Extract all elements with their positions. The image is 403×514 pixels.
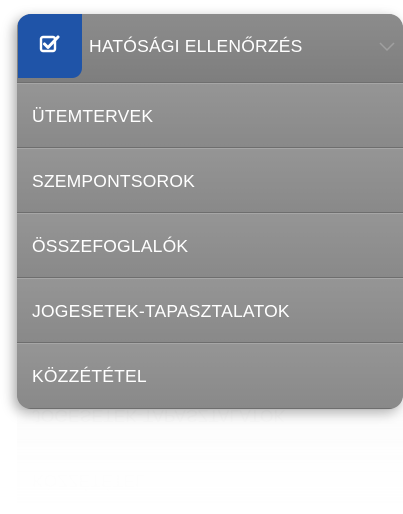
menu-header-label: HATÓSÁGI ELLENŐRZÉS bbox=[89, 36, 303, 56]
checkbox-icon bbox=[39, 34, 61, 59]
reflection-item-jogesetek-tapasztalatok: JOGESETEK-TAPASZTALATOK bbox=[17, 410, 403, 449]
menu-item-jogesetek-tapasztalatok[interactable]: JOGESETEK-TAPASZTALATOK bbox=[17, 278, 403, 343]
menu-item-label: JOGESETEK-TAPASZTALATOK bbox=[32, 301, 290, 321]
menu-item-kozzetetel[interactable]: KÖZZÉTÉTEL bbox=[17, 343, 403, 409]
reflection-item-kozzetetel: KÖZZÉTÉTEL bbox=[17, 449, 403, 514]
menu-item-utemtervek[interactable]: ÜTEMTERVEK bbox=[17, 83, 403, 148]
menu-item-osszefoglalok[interactable]: ÖSSZEFOGLALÓK bbox=[17, 213, 403, 278]
menu-reflection-inner: KÖZZÉTÉTEL JOGESETEK-TAPASZTALATOK bbox=[17, 410, 403, 514]
page: HATÓSÁGI ELLENŐRZÉS ÜTEMTERVEK SZEMPONTS… bbox=[0, 0, 403, 514]
header-icon-box bbox=[18, 14, 82, 78]
menu-item-label: ÖSSZEFOGLALÓK bbox=[32, 236, 189, 256]
menu-item-label: SZEMPONTSOROK bbox=[32, 171, 196, 191]
menu-item-szempontsorok[interactable]: SZEMPONTSOROK bbox=[17, 148, 403, 213]
menu-item-label: ÜTEMTERVEK bbox=[32, 106, 154, 126]
menu-item-label: KÖZZÉTÉTEL bbox=[32, 366, 147, 386]
menu-reflection: KÖZZÉTÉTEL JOGESETEK-TAPASZTALATOK bbox=[17, 410, 403, 514]
menu-header-hatosagi-ellenorzes[interactable]: HATÓSÁGI ELLENŐRZÉS bbox=[17, 14, 403, 83]
chevron-down-icon[interactable] bbox=[379, 39, 395, 52]
dropdown-menu: HATÓSÁGI ELLENŐRZÉS ÜTEMTERVEK SZEMPONTS… bbox=[17, 14, 403, 409]
